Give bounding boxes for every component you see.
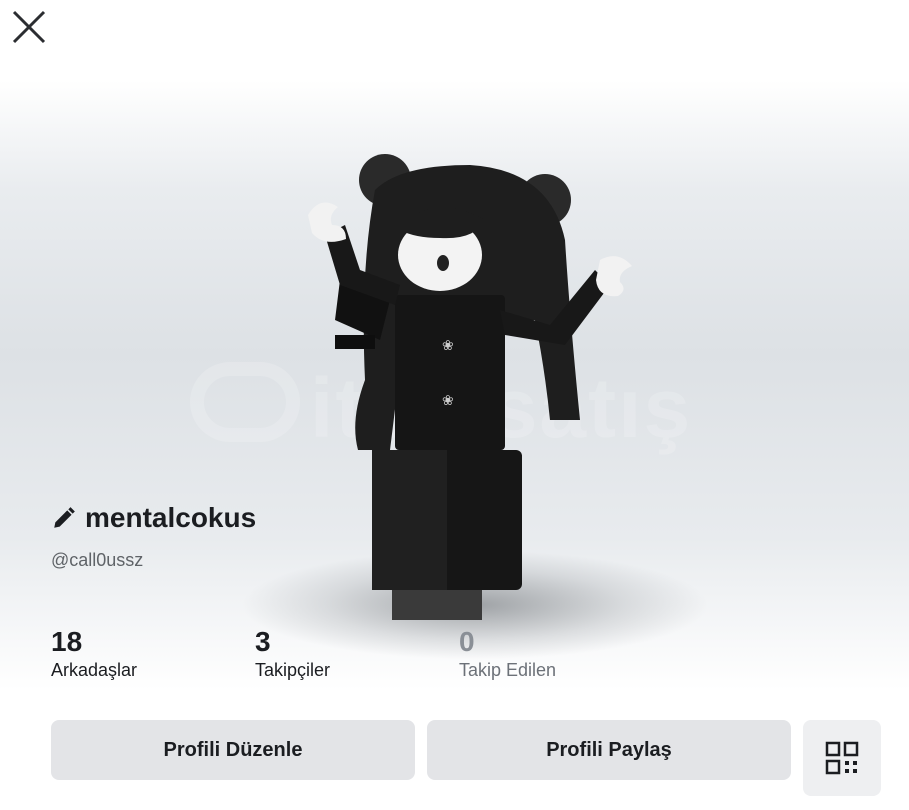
stat-value: 3 [255, 626, 271, 657]
profile-info: mentalcokus @call0ussz [51, 502, 256, 571]
profile-stats: 18 Arkadaşlar 3 Takipçiler 0 Takip Edile… [51, 626, 751, 686]
stat-following[interactable]: 0 Takip Edilen [459, 626, 556, 681]
username: @call0ussz [51, 550, 144, 570]
qr-code-icon [825, 741, 859, 775]
stat-label: Arkadaşlar [51, 660, 138, 680]
stat-friends[interactable]: 18 Arkadaşlar [51, 626, 137, 681]
pencil-icon[interactable] [51, 505, 77, 531]
edit-profile-button[interactable]: Profili Düzenle [51, 720, 415, 780]
stat-followers[interactable]: 3 Takipçiler [255, 626, 330, 681]
avatar-preview: itemsatış ❀ ❀ [0, 80, 909, 690]
close-button[interactable] [10, 8, 48, 46]
svg-text:❀: ❀ [442, 393, 454, 409]
stat-label: Takipçiler [255, 660, 331, 680]
close-icon [12, 10, 46, 44]
stat-value: 18 [51, 626, 83, 657]
display-name: mentalcokus [85, 502, 257, 533]
svg-text:❀: ❀ [442, 338, 454, 354]
stat-label: Takip Edilen [459, 660, 557, 680]
share-profile-button[interactable]: Profili Paylaş [427, 720, 791, 780]
display-name-row: mentalcokus [51, 502, 256, 534]
avatar-figure: ❀ ❀ [308, 154, 632, 620]
stat-value: 0 [459, 626, 475, 657]
qr-code-button[interactable] [803, 720, 881, 796]
